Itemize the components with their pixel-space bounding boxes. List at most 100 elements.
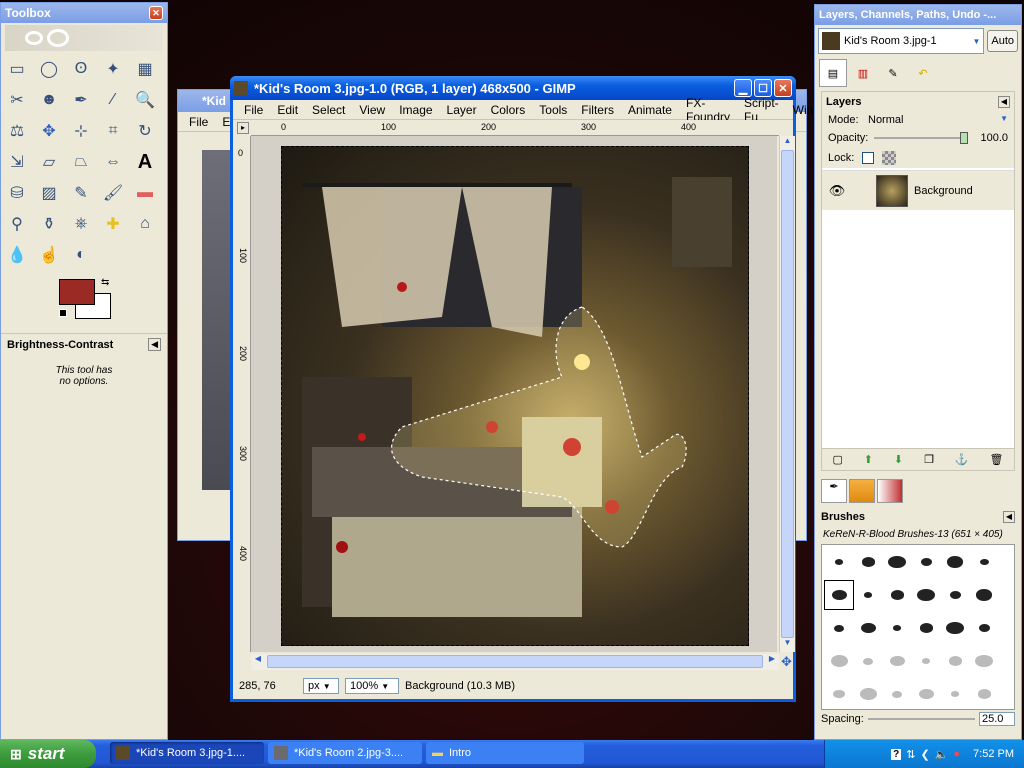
brush-thumbnail[interactable]	[911, 580, 941, 610]
menu-colors[interactable]: Colors	[484, 103, 533, 117]
unit-select[interactable]: px ▼	[303, 678, 339, 694]
menu-filters[interactable]: Filters	[574, 103, 621, 117]
brush-thumbnail[interactable]	[969, 679, 999, 709]
smudge-icon[interactable]: ☝	[35, 241, 63, 269]
scale-icon[interactable]: ⇲	[3, 148, 31, 176]
hscroll-thumb[interactable]	[267, 655, 763, 668]
image-canvas[interactable]	[281, 146, 749, 646]
toolbox-close-button[interactable]: ✕	[149, 6, 163, 20]
opacity-value[interactable]: 100.0	[974, 132, 1008, 144]
clock[interactable]: 7:52 PM	[973, 748, 1014, 760]
spacing-value[interactable]: 25.0	[979, 712, 1015, 726]
measure-icon[interactable]: ⚖	[3, 117, 31, 145]
maximize-button[interactable]: ☐	[754, 79, 772, 97]
brush-thumbnail[interactable]	[824, 679, 854, 709]
brush-thumbnail[interactable]	[940, 646, 970, 676]
brush-thumbnail[interactable]	[882, 679, 912, 709]
shear-icon[interactable]: ▱	[35, 148, 63, 176]
swap-colors-icon[interactable]: ⇆	[101, 277, 109, 288]
zoom-icon[interactable]: 🔍	[131, 86, 159, 114]
spacing-slider[interactable]	[867, 718, 975, 720]
brush-thumbnail[interactable]	[882, 547, 912, 577]
paths-icon[interactable]: ✒	[67, 86, 95, 114]
layer-name[interactable]: Background	[914, 185, 973, 197]
lock-pixels-checkbox[interactable]	[862, 152, 875, 164]
opacity-slider[interactable]	[874, 132, 968, 144]
delete-layer-icon[interactable]: 🗑	[989, 453, 1003, 466]
vertical-ruler[interactable]: 0 100 200 300 400	[235, 136, 251, 652]
lower-layer-icon[interactable]: ⬇	[894, 453, 903, 466]
foreground-color-swatch[interactable]	[59, 279, 95, 305]
canvas-area[interactable]	[251, 136, 777, 652]
vscroll-thumb[interactable]	[781, 150, 794, 638]
scroll-up-icon[interactable]: ▲	[780, 136, 795, 150]
network-icon[interactable]: ⇅	[906, 748, 915, 761]
clone-icon[interactable]: ⎈	[67, 210, 95, 238]
rect-select-icon[interactable]: ▭	[3, 55, 31, 83]
fuzzy-select-icon[interactable]: ✦	[99, 55, 127, 83]
brush-thumbnail[interactable]	[911, 646, 941, 676]
dodge-icon[interactable]: ◐	[67, 241, 95, 269]
taskbar-item-1[interactable]: *Kid's Room 3.jpg-1....	[110, 742, 264, 764]
panel-menu-icon[interactable]: ◀	[1002, 511, 1015, 523]
brush-thumbnail[interactable]	[940, 547, 970, 577]
rotate-icon[interactable]: ↻	[131, 117, 159, 145]
flip-icon[interactable]: ⇔	[99, 148, 127, 176]
navigate-icon[interactable]: ✥	[781, 654, 792, 670]
mode-select[interactable]: Normal ▼	[868, 114, 1008, 126]
pencil-icon[interactable]: ✎	[67, 179, 95, 207]
opacity-slider-thumb[interactable]	[960, 132, 968, 144]
horizontal-ruler[interactable]: 0 100 200 300 400	[251, 120, 779, 136]
lasso-icon[interactable]: ʘ	[67, 55, 95, 83]
blend-icon[interactable]: ▨	[35, 179, 63, 207]
help-icon[interactable]: ?	[891, 748, 902, 760]
menu-view[interactable]: View	[352, 103, 392, 117]
brush-thumbnail[interactable]	[911, 679, 941, 709]
taskbar-item-3[interactable]: ▬ Intro	[426, 742, 584, 764]
horizontal-scrollbar[interactable]: ◀ ▶	[251, 654, 779, 670]
brush-thumbnail[interactable]	[882, 646, 912, 676]
brush-thumbnail[interactable]	[969, 547, 999, 577]
raise-layer-icon[interactable]: ⬆	[864, 453, 873, 466]
brush-thumbnail[interactable]	[882, 580, 912, 610]
eraser-icon[interactable]: ▬	[131, 179, 159, 207]
zoom-select[interactable]: 100% ▼	[345, 678, 399, 694]
antivirus-icon[interactable]: ●	[953, 748, 960, 760]
foreground-select-icon[interactable]: ☻	[35, 86, 63, 114]
auto-button[interactable]: Auto	[987, 30, 1018, 52]
visibility-eye-icon[interactable]: 👁	[822, 183, 852, 199]
blur-icon[interactable]: 💧	[3, 241, 31, 269]
align-icon[interactable]: ⊹	[67, 117, 95, 145]
ink-icon[interactable]: ⚱	[35, 210, 63, 238]
layer-row[interactable]: 👁 Background	[822, 170, 1014, 210]
quick-mask-corner[interactable]: ▸	[237, 122, 249, 134]
new-layer-icon[interactable]: ▢	[832, 453, 842, 466]
brush-thumbnail[interactable]	[853, 646, 883, 676]
minimize-button[interactable]: ▁	[734, 79, 752, 97]
heal-icon[interactable]: ✚	[99, 210, 127, 238]
layers-tab-icon[interactable]: ▤	[819, 59, 847, 87]
volume-icon[interactable]: 🔈	[935, 748, 949, 761]
channels-tab-icon[interactable]: ▥	[849, 59, 877, 87]
brush-thumbnail[interactable]	[911, 613, 941, 643]
brush-thumbnail[interactable]	[969, 580, 999, 610]
scroll-down-icon[interactable]: ▼	[780, 638, 795, 652]
brush-thumbnail[interactable]	[824, 613, 854, 643]
panel-menu-icon[interactable]: ◀	[997, 96, 1010, 108]
close-button[interactable]: ✕	[774, 79, 792, 97]
brush-thumbnail[interactable]	[853, 580, 883, 610]
default-colors-icon[interactable]	[59, 309, 67, 317]
brush-grid[interactable]	[821, 544, 1015, 710]
toolbox-titlebar[interactable]: Toolbox ✕	[1, 3, 167, 23]
ellipse-select-icon[interactable]: ◯	[35, 55, 63, 83]
menu-image[interactable]: Image	[392, 103, 439, 117]
gradients-tab-icon[interactable]	[877, 479, 903, 503]
panel-menu-icon[interactable]: ◀	[148, 338, 161, 351]
crop-icon[interactable]: ⌗	[99, 117, 127, 145]
text-icon[interactable]: A	[131, 148, 159, 176]
image-select-dropdown[interactable]: Kid's Room 3.jpg-1 ▼	[818, 28, 985, 54]
brush-thumbnail[interactable]	[911, 547, 941, 577]
color-picker-icon[interactable]: ⁄	[99, 86, 127, 114]
menu-file[interactable]: File	[237, 103, 270, 117]
brush-thumbnail[interactable]	[853, 547, 883, 577]
